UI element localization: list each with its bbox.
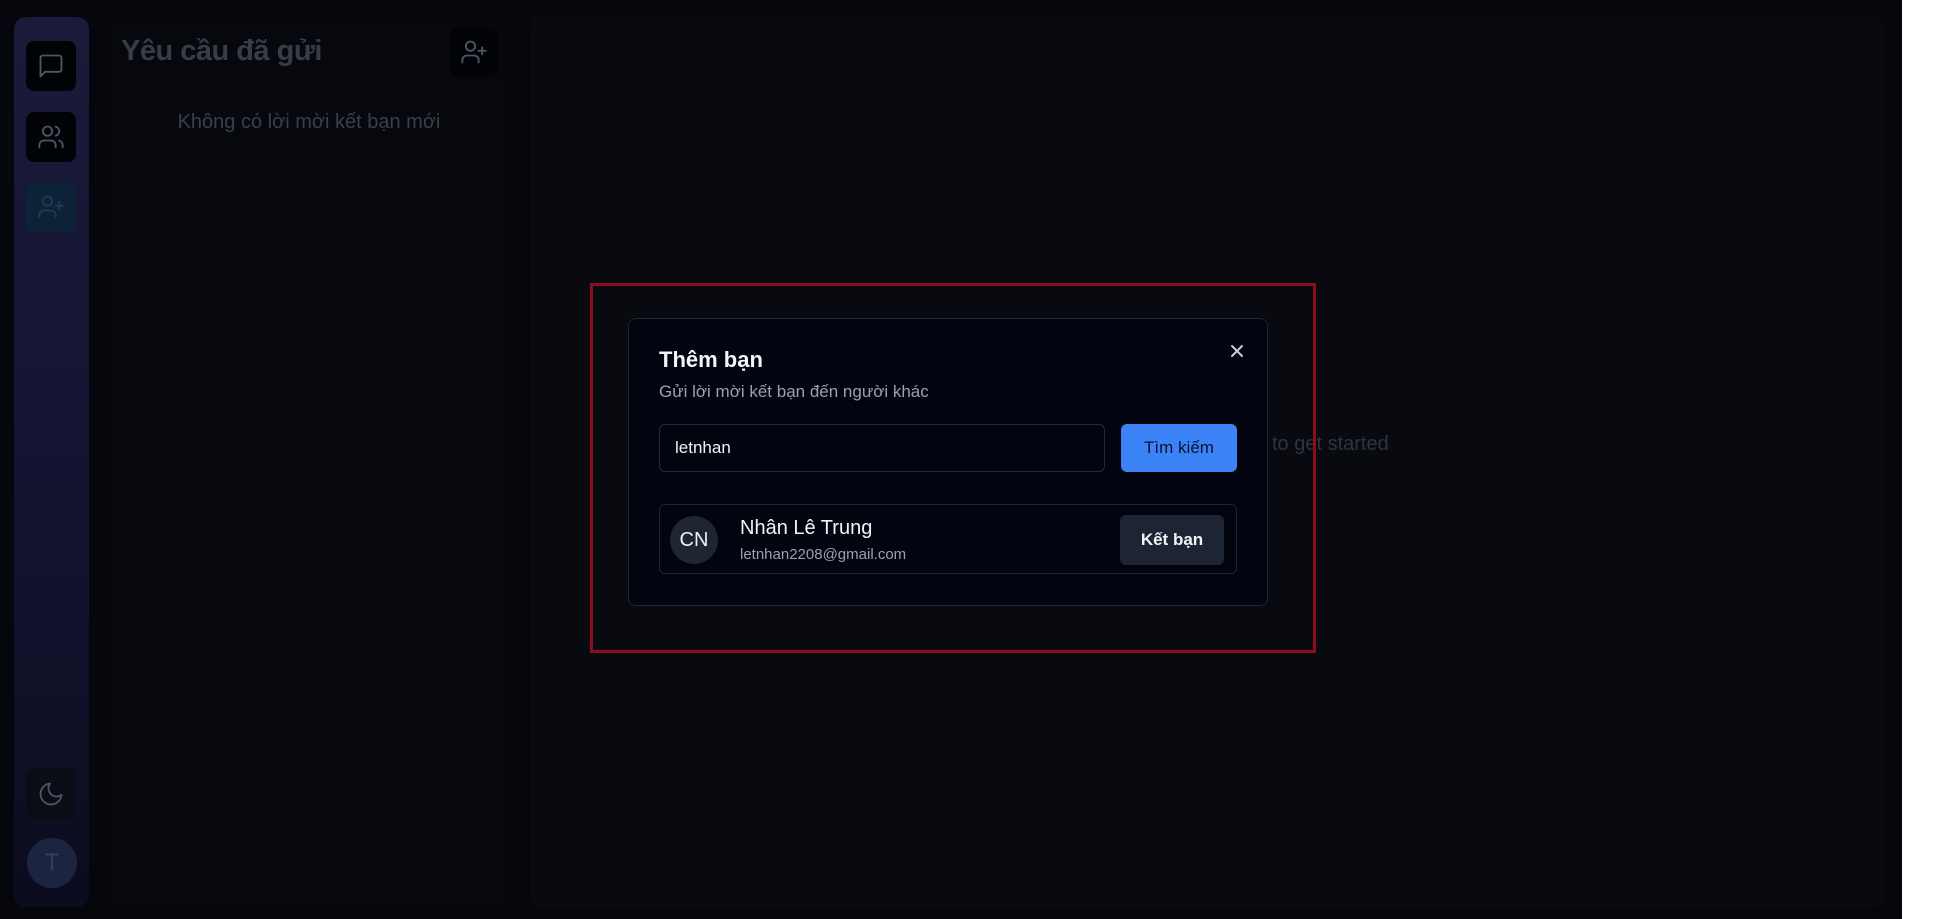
user-avatar[interactable]: T	[27, 838, 77, 888]
nav-friend-requests-button[interactable]	[26, 182, 76, 232]
main-hint-text: to get started	[1272, 433, 1389, 455]
avatar: CN	[670, 516, 718, 564]
right-edge-strip	[1902, 0, 1942, 919]
theme-toggle-button[interactable]	[26, 769, 76, 819]
add-friend-button[interactable]	[450, 28, 498, 76]
nav-rail: T	[14, 17, 89, 907]
message-square-icon	[39, 54, 63, 78]
app-screen: T Yêu cầu đã gửi Không có lời mời kết bạ…	[0, 0, 1902, 919]
nav-friends-button[interactable]	[26, 112, 76, 162]
search-input[interactable]	[659, 424, 1105, 472]
dialog-subtitle: Gửi lời mời kết bạn đến người khác	[659, 382, 929, 401]
sent-requests-panel: Yêu cầu đã gửi Không có lời mời kết bạn …	[108, 17, 510, 907]
empty-requests-message: Không có lời mời kết bạn mới	[177, 111, 441, 133]
dialog-title: Thêm bạn	[659, 347, 763, 372]
add-friend-result-button[interactable]: Kết bạn	[1120, 515, 1224, 565]
page-title: Yêu cầu đã gửi	[121, 35, 322, 67]
close-icon	[1231, 345, 1243, 357]
moon-icon	[39, 782, 63, 806]
nav-chats-button[interactable]	[26, 41, 76, 91]
search-result-item: CN Nhân Lê Trung letnhan2208@gmail.com K…	[659, 504, 1237, 574]
search-button[interactable]: Tìm kiếm	[1121, 424, 1237, 472]
user-plus-icon	[38, 195, 64, 219]
user-plus-icon	[461, 40, 487, 64]
add-friend-dialog: Thêm bạn Gửi lời mời kết bạn đến người k…	[628, 318, 1268, 606]
result-name: Nhân Lê Trung	[740, 517, 873, 539]
result-email: letnhan2208@gmail.com	[740, 546, 907, 563]
close-button[interactable]	[1225, 339, 1249, 363]
users-icon	[38, 125, 64, 149]
